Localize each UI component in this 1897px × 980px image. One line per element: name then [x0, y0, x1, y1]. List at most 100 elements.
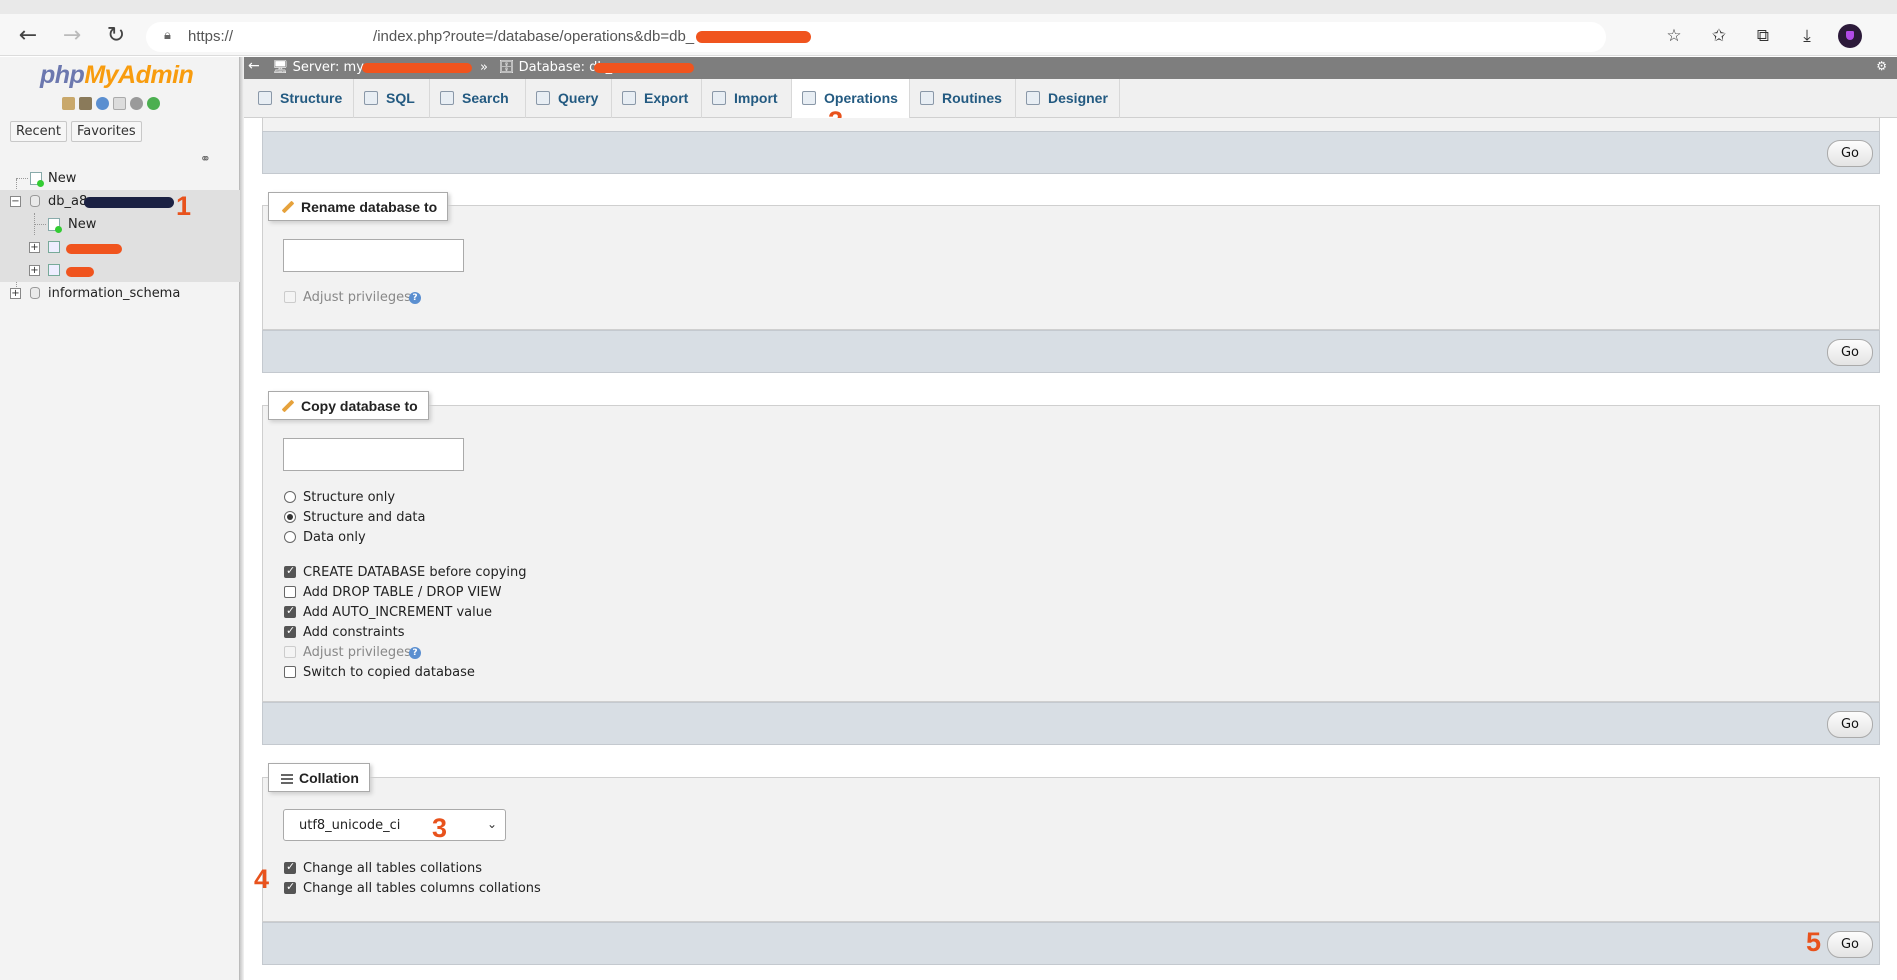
change-columns-collation-label: Change all tables columns collations [303, 881, 541, 896]
tree-new-label[interactable]: New [48, 171, 76, 186]
tab-import[interactable]: Import [702, 79, 792, 118]
routines-icon [920, 91, 934, 105]
topbar-settings-icon[interactable]: ⚙ [1876, 59, 1887, 73]
back-arrow-icon[interactable]: ← [16, 25, 40, 47]
help-icon[interactable]: ? [409, 647, 421, 659]
lock-icon: 🔒︎ [164, 28, 171, 43]
radio-structure-only-label: Structure only [303, 490, 396, 505]
tree-new-root[interactable]: New [0, 167, 240, 190]
collation-selected-value: utf8_unicode_ci [299, 818, 401, 833]
database-tabs: Structure SQL Search Query Export Import… [244, 79, 1897, 119]
add-constraints-label: Add constraints [303, 625, 405, 640]
tab-query[interactable]: Query [526, 79, 612, 118]
rename-database-panel: Adjust privileges ? [262, 205, 1880, 330]
url-text: https:///index.php?route=/database/opera… [188, 28, 812, 45]
query-icon [536, 91, 550, 105]
copy-database-panel: Structure only Structure and data Data o… [262, 405, 1880, 702]
search-icon [440, 91, 454, 105]
reload-nav-icon[interactable] [147, 97, 160, 110]
copy-go-button[interactable]: Go [1827, 711, 1873, 738]
collections-icon[interactable]: ⧉ [1752, 26, 1774, 46]
tree-db-new[interactable]: New [0, 213, 240, 271]
pencil-icon [281, 200, 295, 214]
navigation-sidebar: phpMyAdmin Recent Favorites ⚭ New − db_a… [0, 57, 240, 980]
tree-table-row[interactable]: + [0, 236, 240, 259]
collapse-nav-arrow-icon[interactable]: ← [248, 58, 260, 74]
collapse-icon[interactable]: − [10, 196, 21, 207]
favorites-list-icon[interactable]: ✩ [1708, 26, 1730, 46]
rename-adjust-privileges-checkbox[interactable] [284, 291, 296, 303]
wrench-icon [802, 91, 816, 105]
rename-database-legend: Rename database to [268, 192, 449, 221]
expand-icon[interactable]: + [10, 288, 21, 299]
radio-data-only-label: Data only [303, 530, 366, 545]
copy-database-legend: Copy database to [268, 391, 429, 420]
tab-sql[interactable]: SQL [354, 79, 430, 118]
logout-icon[interactable] [79, 97, 92, 110]
collation-footer: Go [262, 922, 1880, 965]
address-bar[interactable]: 🔒︎ https:///index.php?route=/database/op… [146, 22, 1606, 52]
copy-adjust-privileges-checkbox[interactable] [284, 646, 296, 658]
radio-structure-only[interactable] [284, 491, 296, 503]
switch-to-copied-checkbox[interactable] [284, 666, 296, 678]
database-icon [30, 287, 40, 299]
favorite-star-icon[interactable]: ☆ [1663, 26, 1685, 46]
sql-icon [364, 91, 378, 105]
add-drop-table-checkbox[interactable] [284, 586, 296, 598]
add-auto-increment-checkbox[interactable] [284, 604, 296, 618]
rename-go-button[interactable]: Go [1827, 339, 1873, 366]
structure-icon [258, 91, 272, 105]
rename-database-input[interactable] [283, 239, 464, 272]
phpmyadmin-logo[interactable]: phpMyAdmin [40, 61, 194, 90]
table-icon [48, 264, 60, 276]
forward-arrow-icon[interactable]: → [60, 25, 84, 47]
tab-structure[interactable]: Structure [248, 79, 354, 118]
tab-export[interactable]: Export [612, 79, 702, 118]
change-tables-collation-checkbox[interactable] [284, 860, 296, 874]
tab-routines[interactable]: Routines [910, 79, 1016, 118]
collation-legend: Collation [268, 763, 370, 792]
help-icon[interactable] [96, 97, 109, 110]
expand-icon[interactable]: + [29, 242, 40, 253]
rename-footer: Go [262, 330, 1880, 373]
expand-icon[interactable]: + [29, 265, 40, 276]
tree-db-row[interactable]: − db_a8 [0, 190, 240, 213]
breadcrumb-server[interactable]: 🖥︎ Server: my [272, 60, 364, 75]
download-icon[interactable]: ⤓ [1796, 26, 1818, 46]
go-button-top[interactable]: Go [1827, 140, 1873, 167]
copy-footer: Go [262, 702, 1880, 745]
create-database-checkbox[interactable] [284, 564, 296, 578]
pencil-icon [281, 399, 295, 413]
tree-new-table-label[interactable]: New [68, 217, 96, 232]
favorites-tab[interactable]: Favorites [70, 121, 142, 142]
tree-table-row[interactable]: + [0, 259, 240, 282]
reload-icon[interactable]: ↻ [104, 25, 128, 47]
tab-search[interactable]: Search [430, 79, 526, 118]
link-chain-icon[interactable]: ⚭ [200, 152, 211, 167]
tab-operations[interactable]: Operations [792, 79, 910, 119]
tree-information-schema[interactable]: + information_schema [0, 282, 240, 305]
add-auto-increment-label: Add AUTO_INCREMENT value [303, 605, 493, 620]
help-icon[interactable]: ? [409, 292, 421, 304]
copy-database-input[interactable] [283, 438, 464, 471]
tree-db-label[interactable]: db_a8 [48, 194, 87, 209]
settings-gear-icon[interactable] [130, 97, 143, 110]
home-icon[interactable] [62, 97, 75, 110]
radio-structure-and-data-label: Structure and data [303, 510, 426, 525]
collation-select[interactable]: utf8_unicode_ci ⌄ [283, 809, 506, 841]
radio-structure-and-data[interactable] [284, 511, 296, 523]
change-tables-collation-label: Change all tables collations [303, 861, 483, 876]
tree-information-schema-label[interactable]: information_schema [48, 286, 180, 301]
collation-go-button[interactable]: Go [1827, 931, 1873, 958]
collation-icon [281, 774, 293, 784]
recent-tab[interactable]: Recent [10, 121, 67, 142]
radio-data-only[interactable] [284, 531, 296, 543]
add-constraints-checkbox[interactable] [284, 624, 296, 638]
tab-designer[interactable]: Designer [1016, 79, 1120, 118]
docs-icon[interactable] [113, 97, 126, 110]
profile-avatar[interactable] [1838, 24, 1862, 48]
create-database-label: CREATE DATABASE before copying [303, 565, 527, 580]
database-tree: New − db_a8 New + + + information_schema [0, 167, 240, 305]
change-columns-collation-checkbox[interactable] [284, 880, 296, 894]
add-drop-table-label: Add DROP TABLE / DROP VIEW [303, 585, 502, 600]
